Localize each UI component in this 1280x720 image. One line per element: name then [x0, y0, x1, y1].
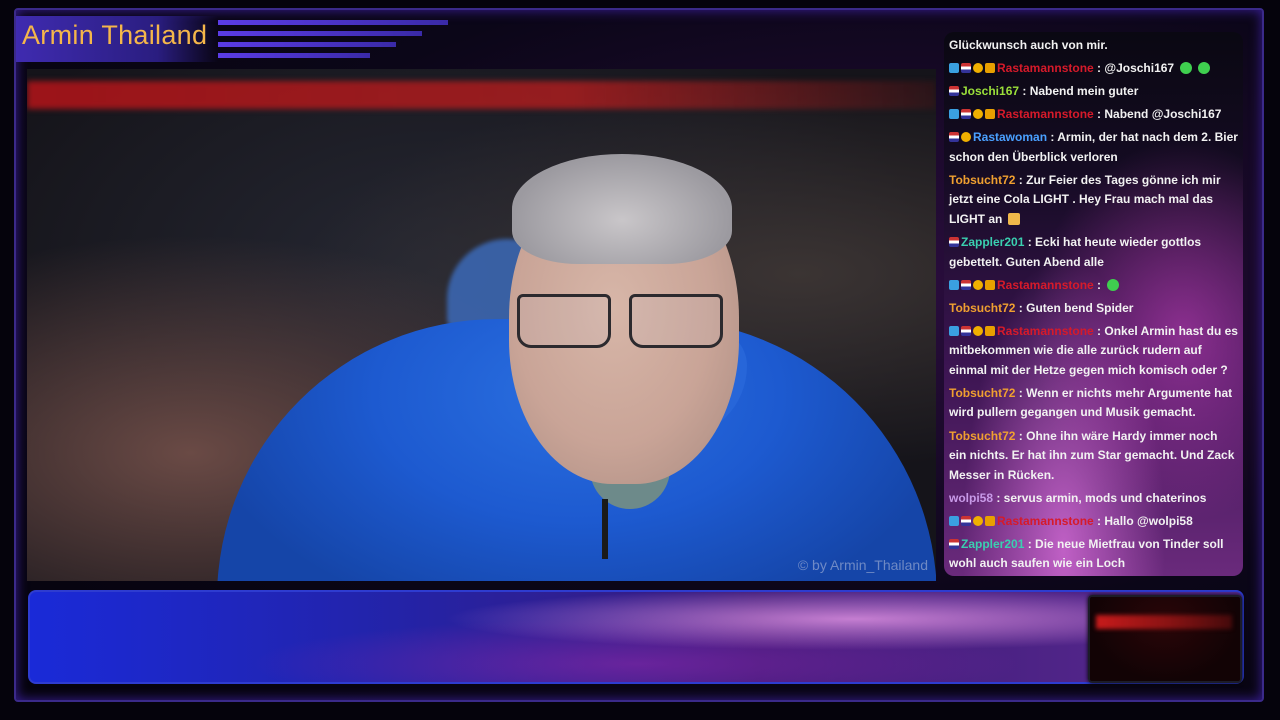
- chat-username[interactable]: Joschi167: [961, 84, 1019, 98]
- gift-emote-icon: [1008, 212, 1021, 225]
- gold-badge-icon: [973, 325, 983, 336]
- crown-badge-icon: [985, 279, 995, 290]
- chat-username[interactable]: wolpi58: [949, 491, 993, 505]
- crown-badge-icon: [985, 63, 995, 74]
- chat-username[interactable]: Rastamannstone: [997, 324, 1094, 338]
- chat-message: Glückwunsch auch von mir.: [949, 36, 1238, 56]
- chat-username[interactable]: Rastawoman: [973, 130, 1047, 144]
- mod-badge-icon: [949, 63, 959, 74]
- chat-message: Joschi167 : Nabend mein guter: [949, 82, 1238, 102]
- mod-badge-icon: [949, 325, 959, 336]
- chat-message: Tobsucht72 : Wenn er nichts mehr Argumen…: [949, 384, 1238, 423]
- chat-message: Rastamannstone : Onkel Armin hast du es …: [949, 322, 1238, 381]
- chat-text: : servus armin, mods und chaterinos: [993, 490, 1207, 505]
- flag-badge-icon: [961, 325, 971, 336]
- chat-username[interactable]: Zappler201: [961, 235, 1024, 249]
- gold-badge-icon: [973, 109, 983, 120]
- chat-username[interactable]: Tobsucht72: [949, 173, 1015, 187]
- chat-message: Tobsucht72 : Ohne ihn wäre Hardy immer n…: [949, 427, 1238, 486]
- chat-message: Rastamannstone : Nabend @Joschi167: [949, 105, 1238, 125]
- flag-badge-icon: [949, 538, 959, 549]
- webcam-video: © by Armin_Thailand: [27, 69, 936, 581]
- bottom-banner: [28, 590, 1244, 684]
- chat-username[interactable]: Tobsucht72: [949, 429, 1015, 443]
- mod-badge-icon: [949, 109, 959, 120]
- crown-badge-icon: [985, 325, 995, 336]
- chat-message: Rastamannstone : Hallo @wolpi58: [949, 512, 1238, 532]
- video-watermark: © by Armin_Thailand: [797, 557, 928, 573]
- flag-badge-icon: [961, 63, 971, 74]
- gold-badge-icon: [973, 279, 983, 290]
- secondary-camera: [1088, 595, 1242, 683]
- person-hair: [512, 154, 732, 264]
- chat-text: : Hallo @wolpi58: [1093, 513, 1193, 528]
- chat-username[interactable]: Rastamannstone: [997, 514, 1094, 528]
- flag-badge-icon: [961, 279, 971, 290]
- gold-badge-icon: [973, 515, 983, 526]
- chat-panel[interactable]: Glückwunsch auch von mir. Rastamannstone …: [944, 32, 1243, 576]
- flag-badge-icon: [961, 515, 971, 526]
- chat-message: Tobsucht72 : Zur Feier des Tages gönne i…: [949, 171, 1238, 230]
- gold-badge-icon: [961, 132, 971, 143]
- chat-message: Zappler201 : Ecki hat heute wieder gottl…: [949, 233, 1238, 272]
- glasses: [517, 294, 727, 349]
- mod-badge-icon: [949, 279, 959, 290]
- chat-message: wolpi58 : servus armin, mods und chateri…: [949, 489, 1238, 509]
- chat-username[interactable]: Rastamannstone: [997, 61, 1094, 75]
- chat-message: Rastawoman : Armin, der hat nach dem 2. …: [949, 128, 1238, 167]
- decorative-bars: [218, 20, 448, 64]
- chat-text: : Nabend mein guter: [1019, 84, 1139, 99]
- background-light: [27, 81, 936, 109]
- green-emote-icon: [1107, 278, 1120, 291]
- chat-username[interactable]: Rastamannstone: [997, 107, 1094, 121]
- chat-text: : Nabend @Joschi167: [1093, 107, 1222, 122]
- chat-message: Tobsucht72 : Guten bend Spider: [949, 299, 1238, 319]
- chat-text: Glückwunsch auch von mir.: [949, 38, 1108, 52]
- gold-badge-icon: [973, 63, 983, 74]
- flag-badge-icon: [961, 109, 971, 120]
- chat-username[interactable]: Tobsucht72: [949, 386, 1015, 400]
- chat-text: : Guten bend Spider: [1015, 300, 1134, 315]
- chat-text: :: [1093, 277, 1102, 292]
- green-emote-icon: [1198, 62, 1211, 75]
- green-emote-icon: [1180, 62, 1193, 75]
- chat-message: Rastamannstone :: [949, 276, 1238, 296]
- crown-badge-icon: [985, 109, 995, 120]
- stream-title: Armin Thailand: [22, 20, 208, 50]
- chat-message: Zappler201 : Die neue Mietfrau von Tinde…: [949, 535, 1238, 574]
- chat-text: : @Joschi167: [1093, 61, 1175, 76]
- flag-badge-icon: [949, 237, 959, 248]
- chat-message: Rastamannstone : @Joschi167: [949, 59, 1238, 79]
- mod-badge-icon: [949, 515, 959, 526]
- flag-badge-icon: [949, 86, 959, 97]
- jacket-zipper: [602, 499, 608, 559]
- chat-username[interactable]: Tobsucht72: [949, 301, 1015, 315]
- chat-username[interactable]: Zappler201: [961, 537, 1024, 551]
- crown-badge-icon: [985, 515, 995, 526]
- chat-username[interactable]: Rastamannstone: [997, 278, 1094, 292]
- flag-badge-icon: [949, 132, 959, 143]
